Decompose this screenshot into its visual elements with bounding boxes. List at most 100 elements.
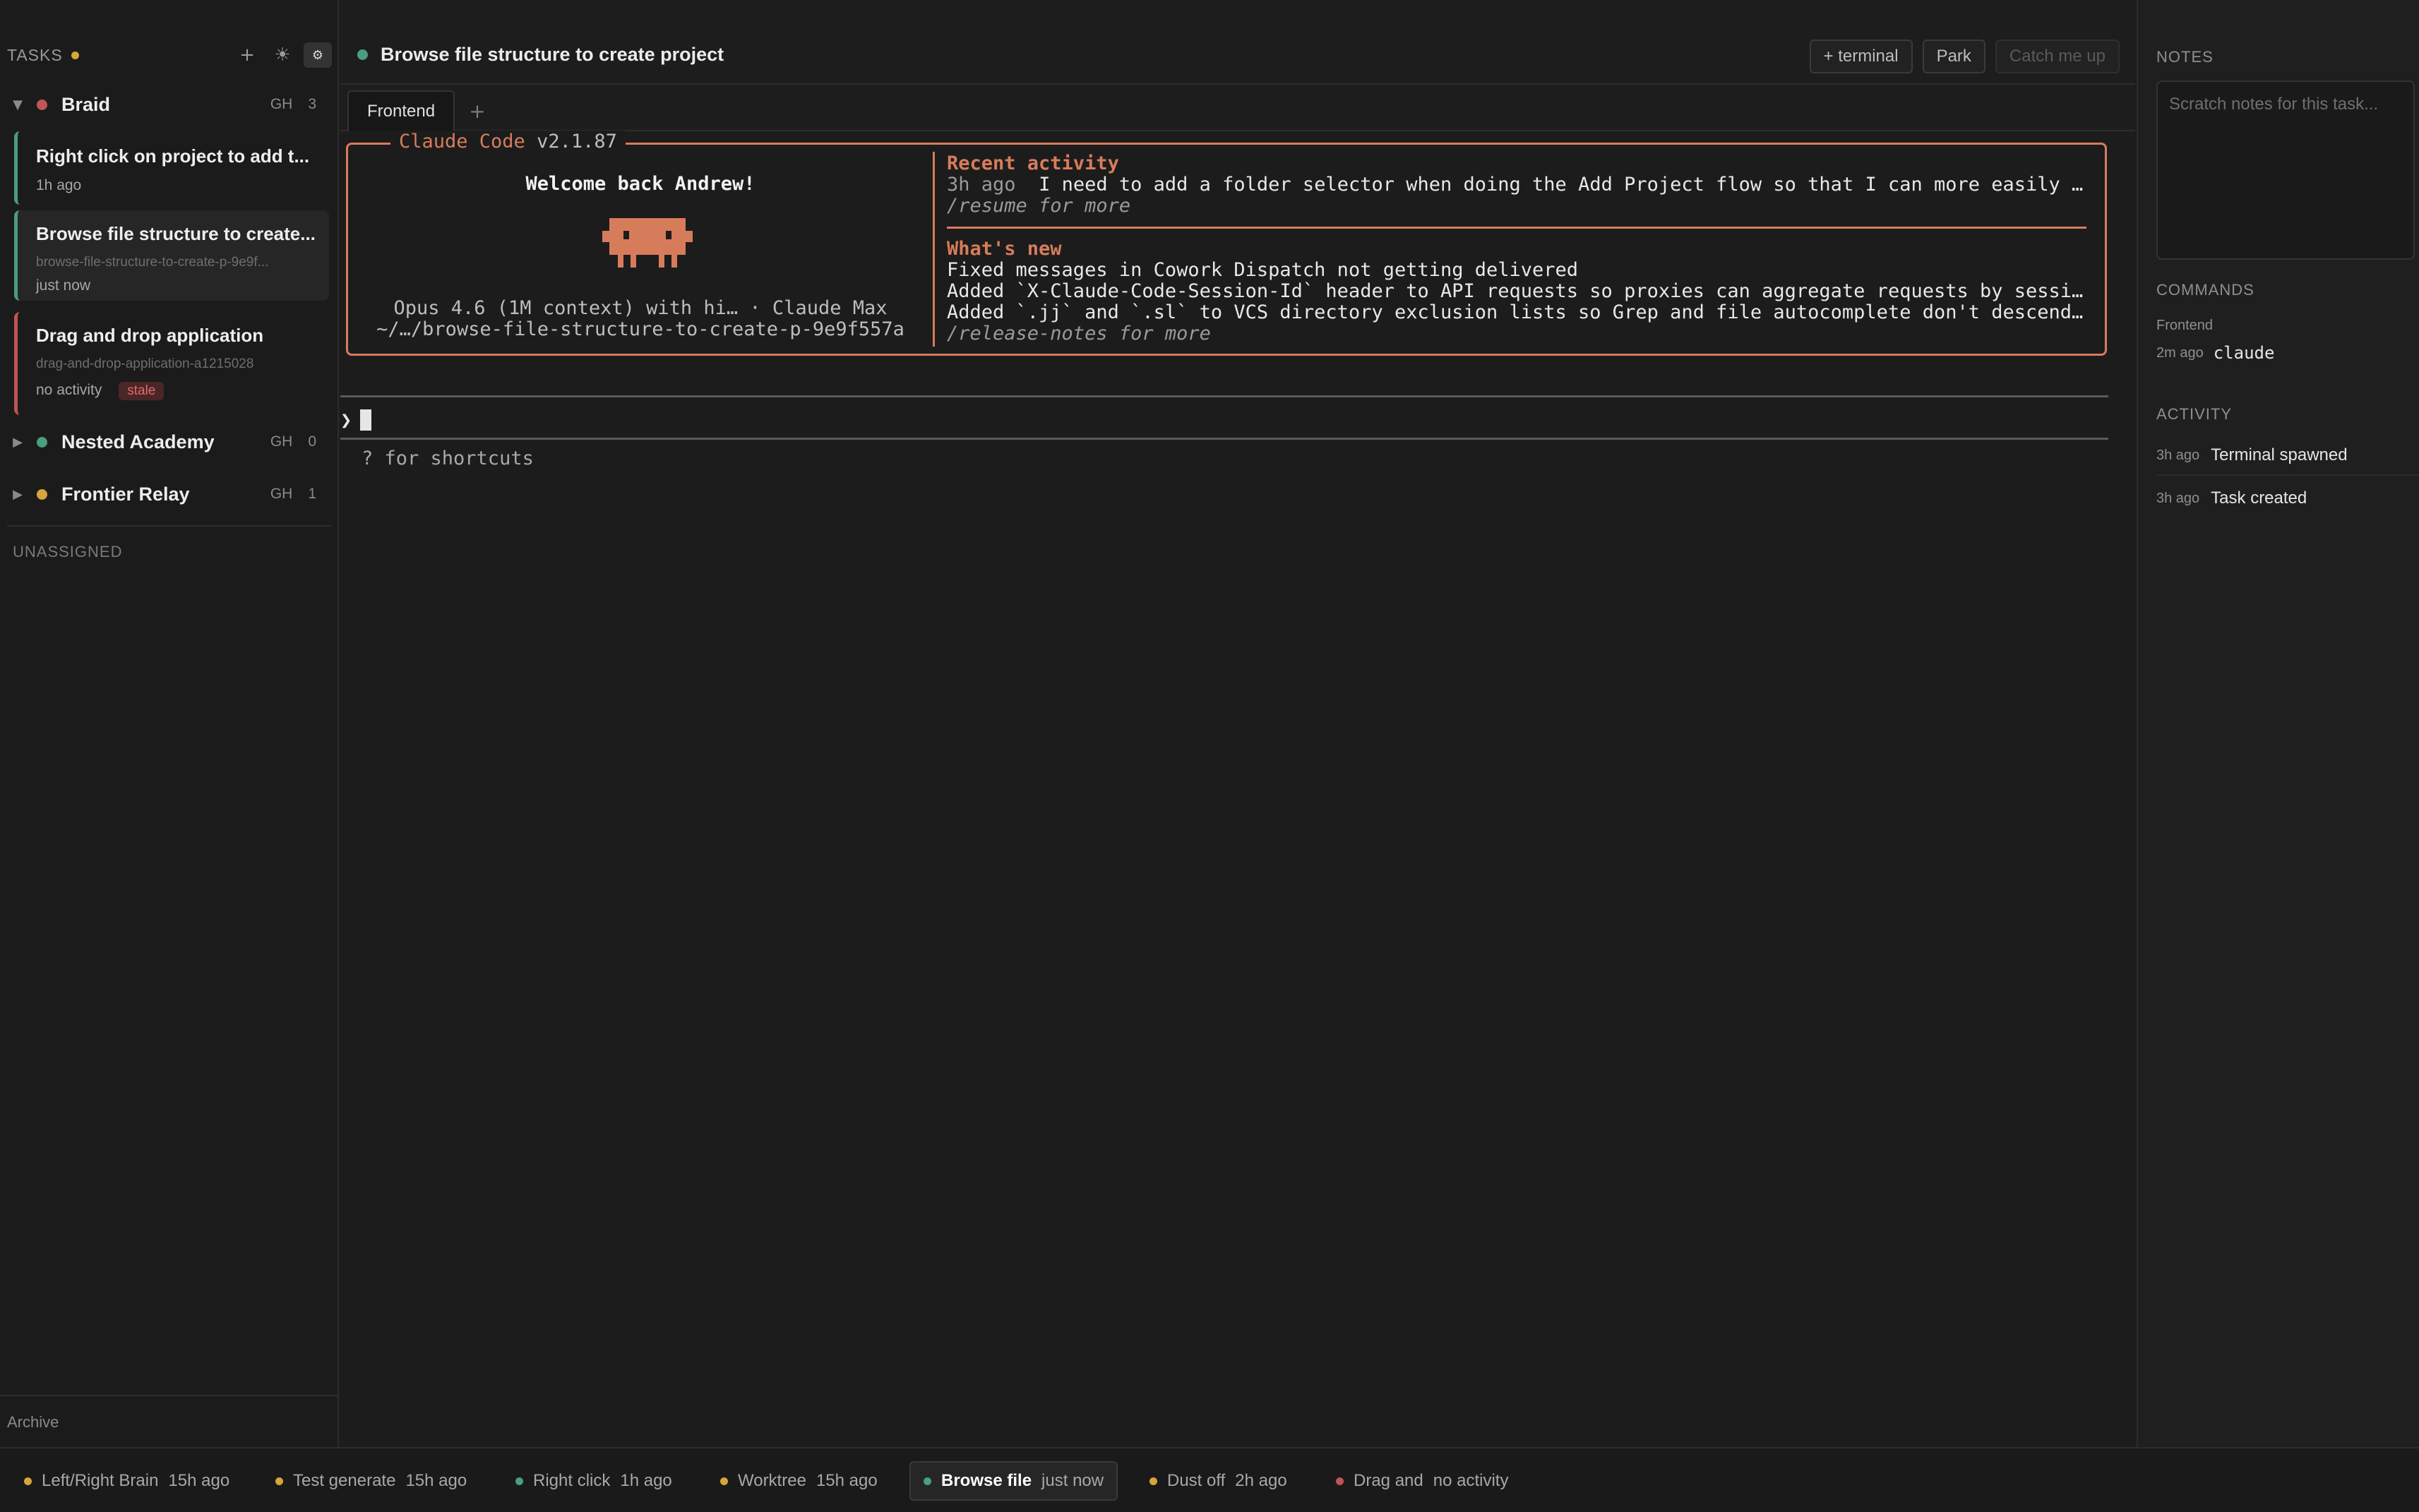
- plus-icon[interactable]: +: [233, 42, 261, 68]
- sidebar-header: TASKS + ☀ ⚙: [7, 42, 332, 68]
- session-bar: Left/Right Brain 15h ago Test generate 1…: [0, 1447, 2419, 1512]
- shortcuts-hint: ? for shortcuts: [362, 448, 534, 469]
- task-slug: drag-and-drop-application-a1215028: [36, 356, 254, 371]
- claude-mascot-icon: [602, 218, 693, 268]
- task-name: Browse file structure to create...: [36, 223, 316, 244]
- prompt-input[interactable]: ❯: [340, 404, 372, 436]
- project-status-dot: [37, 488, 47, 500]
- command-item[interactable]: 2m ago claude: [2156, 343, 2274, 363]
- terminal-tabs: Frontend +: [340, 86, 2135, 131]
- banner-right: Recent activity 3h ago I need to add a f…: [947, 145, 2098, 354]
- session-status-dot: [1336, 1477, 1344, 1485]
- task-name: Drag and drop application: [36, 325, 264, 346]
- activity-time: 3h ago: [2156, 490, 2200, 506]
- session-time: 2h ago: [1235, 1471, 1287, 1490]
- project-name: Frontier Relay: [61, 483, 190, 505]
- park-button[interactable]: Park: [1922, 40, 1985, 73]
- release-notes-hint: /release-notes for more: [947, 323, 1211, 344]
- whats-new-heading: What's new: [947, 239, 1062, 260]
- prompt-border-top: [340, 395, 2108, 397]
- project-name: Nested Academy: [61, 431, 215, 452]
- gear-icon[interactable]: ⚙: [304, 42, 332, 68]
- github-badge: GH: [270, 96, 293, 112]
- session-item[interactable]: Drag and no activity: [1323, 1461, 1521, 1501]
- prompt-chevron-icon: ❯: [340, 409, 352, 431]
- command-group-label: Frontend: [2156, 318, 2214, 333]
- session-time: no activity: [1433, 1471, 1509, 1490]
- session-item[interactable]: Dust off 2h ago: [1137, 1461, 1300, 1501]
- project-braid[interactable]: ▼ Braid GH 3: [0, 83, 332, 126]
- session-item-active[interactable]: Browse file just now: [909, 1461, 1118, 1501]
- task-item[interactable]: Right click on project to add t... 1h ag…: [14, 131, 329, 205]
- commands-label: COMMANDS: [2156, 281, 2254, 299]
- task-item[interactable]: Drag and drop application drag-and-drop-…: [14, 312, 329, 415]
- news-item: Added `X-Claude-Code-Session-Id` header …: [947, 281, 2091, 302]
- archive-link[interactable]: Archive: [0, 1395, 338, 1447]
- activity-time: 3h ago: [2156, 447, 2200, 463]
- session-time: 15h ago: [405, 1471, 467, 1490]
- catch-me-up-button[interactable]: Catch me up: [1995, 40, 2120, 73]
- command-time: 2m ago: [2156, 344, 2204, 361]
- caret-right-icon[interactable]: ▶: [7, 435, 28, 450]
- banner-hseparator: [947, 227, 2086, 229]
- session-item[interactable]: Right click 1h ago: [503, 1461, 685, 1501]
- recent-activity-line: 3h ago I need to add a folder selector w…: [947, 174, 2091, 196]
- project-status-dot: [37, 436, 47, 448]
- project-task-count: 0: [308, 433, 316, 450]
- welcome-message: Welcome back Andrew!: [525, 173, 755, 195]
- prompt-border-bottom: [340, 438, 2108, 440]
- session-status-dot: [924, 1477, 931, 1485]
- session-time: just now: [1041, 1471, 1104, 1490]
- add-tab-icon[interactable]: +: [463, 93, 491, 128]
- activity-label: ACTIVITY: [2156, 405, 2233, 423]
- sidebar-divider: [7, 525, 332, 527]
- session-time: 15h ago: [168, 1471, 230, 1490]
- sun-icon[interactable]: ☀: [268, 42, 297, 68]
- unassigned-section: UNASSIGNED: [13, 543, 123, 560]
- caret-right-icon[interactable]: ▶: [7, 487, 28, 502]
- task-time: no activity: [36, 382, 102, 398]
- project-task-count: 1: [308, 486, 316, 502]
- session-item[interactable]: Worktree 15h ago: [707, 1461, 890, 1501]
- task-time: just now: [36, 277, 91, 294]
- github-badge: GH: [270, 433, 293, 450]
- session-name: Browse file: [941, 1471, 1032, 1490]
- project-frontier-relay[interactable]: ▶ Frontier Relay GH 1: [0, 473, 332, 515]
- activity-item: 3h ago Terminal spawned: [2156, 436, 2419, 476]
- activity-event: Task created: [2211, 488, 2307, 508]
- main-panel: Browse file structure to create project …: [340, 0, 2135, 1447]
- project-task-count: 3: [308, 96, 316, 112]
- session-name: Dust off: [1167, 1471, 1226, 1490]
- task-title: Browse file structure to create project: [357, 44, 724, 66]
- task-name: Right click on project to add t...: [36, 145, 310, 167]
- news-item: Fixed messages in Cowork Dispatch not ge…: [947, 260, 1579, 281]
- claude-code-banner: Claude Code v2.1.87 Welcome back Andrew!…: [346, 131, 2107, 356]
- notes-label: NOTES: [2156, 48, 2214, 66]
- session-status-dot: [24, 1477, 32, 1485]
- session-name: Worktree: [738, 1471, 806, 1490]
- add-terminal-button[interactable]: + terminal: [1809, 40, 1913, 73]
- text-cursor: [360, 409, 372, 431]
- recent-activity-time: 3h ago: [947, 174, 1016, 196]
- project-nested-academy[interactable]: ▶ Nested Academy GH 0: [0, 421, 332, 463]
- notes-textarea[interactable]: Scratch notes for this task...: [2156, 80, 2415, 260]
- session-time: 1h ago: [620, 1471, 672, 1490]
- caret-down-icon[interactable]: ▼: [7, 97, 28, 112]
- session-name: Test generate: [293, 1471, 396, 1490]
- task-time: 1h ago: [36, 177, 82, 193]
- session-status-dot: [275, 1477, 283, 1485]
- recent-activity-text: I need to add a folder selector when doi…: [1039, 174, 2091, 196]
- terminal[interactable]: Claude Code v2.1.87 Welcome back Andrew!…: [340, 131, 2135, 1447]
- session-item[interactable]: Test generate 15h ago: [263, 1461, 479, 1501]
- task-header: Browse file structure to create project …: [340, 0, 2135, 85]
- banner-separator: [933, 152, 935, 347]
- session-status-dot: [515, 1477, 523, 1485]
- task-item-selected[interactable]: Browse file structure to create... brows…: [14, 210, 329, 301]
- task-slug: browse-file-structure-to-create-p-9e9f..…: [36, 255, 269, 270]
- model-info: Opus 4.6 (1M context) with hi… · Claude …: [393, 297, 888, 319]
- session-item[interactable]: Left/Right Brain 15h ago: [11, 1461, 242, 1501]
- activity-item: 3h ago Task created: [2156, 479, 2419, 518]
- sidebar-actions: + ☀ ⚙: [233, 42, 332, 68]
- news-item: Added `.jj` and `.sl` to VCS directory e…: [947, 302, 2091, 323]
- tab-frontend[interactable]: Frontend: [347, 90, 455, 131]
